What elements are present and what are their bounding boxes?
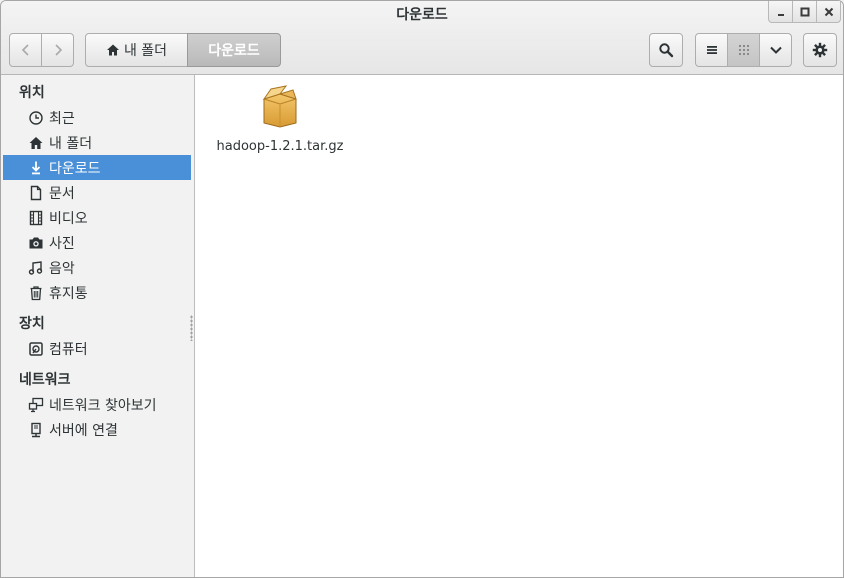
music-icon [27,259,45,277]
sidebar-item-computer[interactable]: 컴퓨터 [3,336,191,361]
home-icon [27,134,45,152]
view-options-button[interactable] [759,33,792,67]
sidebar-item-label: 사진 [49,235,75,252]
maximize-icon [800,7,809,16]
sidebar-item-documents[interactable]: 문서 [3,180,191,205]
sidebar-item-label: 내 폴더 [49,135,93,152]
document-icon [27,184,45,202]
sidebar-item-downloads[interactable]: 다운로드 [3,155,191,180]
sidebar-item-label: 휴지통 [49,285,88,302]
minimize-button[interactable] [768,1,793,23]
file-item[interactable]: hadoop-1.2.1.tar.gz [210,85,350,154]
sidebar-item-recent[interactable]: 최근 [3,105,191,130]
header-bar: 다운로드 내 폴더 다운로드 [1,1,843,75]
list-view-icon [706,46,717,54]
maximize-button[interactable] [792,1,817,23]
back-button[interactable] [9,33,42,67]
window-title: 다운로드 [396,7,448,23]
sidebar-heading-places: 위치 [19,85,45,101]
grid-view-button[interactable] [727,33,760,67]
places-sidebar: 위치 최근 내 폴더 다운로드 문서 비디오 사진 음악 휴지통 장치 컴퓨터 … [1,75,195,577]
gear-icon [812,42,828,58]
sidebar-item-home[interactable]: 내 폴더 [3,130,191,155]
grid-view-icon [738,45,749,55]
chevron-left-icon [21,44,29,56]
sidebar-item-label: 비디오 [49,210,88,227]
sidebar-item-label: 다운로드 [49,160,101,177]
sidebar-item-pictures[interactable]: 사진 [3,230,191,255]
sidebar-item-connect-server[interactable]: 서버에 연결 [3,417,191,442]
breadcrumb-home[interactable]: 내 폴더 [85,33,188,67]
chevron-right-icon [54,44,62,56]
home-icon [106,44,119,56]
file-manager-window: 다운로드 내 폴더 다운로드 위치 최근 내 폴더 다운로드 문서 비디오 사진… [0,0,844,578]
trash-icon [27,284,45,302]
sidebar-item-label: 컴퓨터 [49,341,88,358]
sidebar-item-label: 네트워크 찾아보기 [49,397,157,414]
file-view: hadoop-1.2.1.tar.gz [196,75,843,577]
settings-button[interactable] [803,33,837,67]
minimize-icon [777,13,784,16]
drive-icon [27,340,45,358]
close-button[interactable] [816,1,841,23]
window-controls [768,1,841,23]
sidebar-heading-network: 네트워크 [19,372,71,388]
breadcrumb-home-label: 내 폴더 [123,43,168,59]
sidebar-item-label: 문서 [49,185,75,202]
file-name: hadoop-1.2.1.tar.gz [216,139,344,154]
sidebar-item-label: 서버에 연결 [49,422,118,439]
sidebar-resize-handle[interactable] [190,315,193,341]
sidebar-heading-devices: 장치 [19,316,45,332]
network-icon [27,396,45,414]
sidebar-item-label: 최근 [49,110,75,127]
package-icon [262,85,297,128]
film-icon [27,209,45,227]
search-button[interactable] [649,33,683,67]
breadcrumb-current-label: 다운로드 [208,43,260,59]
server-icon [27,421,45,439]
clock-icon [27,109,45,127]
download-icon [27,159,45,177]
chevron-down-icon [769,46,782,54]
search-icon [659,43,674,58]
breadcrumb-current[interactable]: 다운로드 [187,33,281,67]
sidebar-item-trash[interactable]: 휴지통 [3,280,191,305]
sidebar-item-browse-network[interactable]: 네트워크 찾아보기 [3,392,191,417]
sidebar-item-music[interactable]: 음악 [3,255,191,280]
sidebar-item-videos[interactable]: 비디오 [3,205,191,230]
camera-icon [27,234,45,252]
sidebar-item-label: 음악 [49,260,75,277]
list-view-button[interactable] [695,33,728,67]
forward-button[interactable] [41,33,74,67]
close-icon [824,7,833,16]
